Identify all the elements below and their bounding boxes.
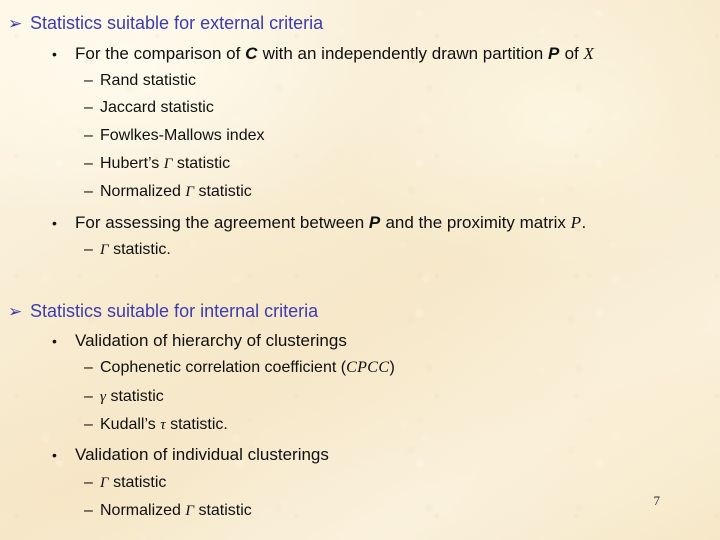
- heading-text: Statistics suitable for external criteri…: [30, 13, 324, 33]
- dash-bullet-icon: –: [84, 241, 93, 258]
- symbol-gamma: Γ: [100, 474, 109, 491]
- symbol-p-bold: P: [368, 213, 381, 232]
- symbol-c: C: [245, 44, 258, 63]
- sub-item-gamma-statistic: – Γ statistic.: [84, 242, 171, 258]
- slide-canvas: ➢ Statistics suitable for external criter…: [0, 0, 720, 540]
- sub-item-cpcc: – Cophenetic correlation coefficient (CPC…: [84, 360, 395, 376]
- bullet-text-mid: and the proximity matrix: [380, 213, 571, 232]
- bullet-text-lead: Validation of hierarchy of clusterings: [75, 331, 347, 350]
- bullet-agreement: • For assessing the agreement between P a…: [52, 214, 586, 231]
- round-bullet-icon: •: [52, 333, 57, 349]
- sub-item-text-post: statistic: [194, 502, 252, 519]
- slide-content: ➢ Statistics suitable for external criter…: [0, 0, 720, 540]
- dash-bullet-icon: –: [84, 99, 93, 116]
- sub-item-text-post: statistic.: [165, 416, 228, 433]
- sub-item-text-pre: Cophenetic correlation coefficient (: [100, 359, 347, 376]
- bullet-text-lead: For assessing the agreement between: [75, 213, 369, 232]
- arrow-bullet-icon: ➢: [8, 14, 23, 33]
- sub-item-text-post: statistic: [172, 155, 231, 172]
- sub-item-text-post: statistic: [194, 183, 252, 200]
- symbol-cpcc: CPCC: [346, 359, 390, 376]
- dash-bullet-icon: –: [84, 127, 93, 144]
- arrow-bullet-icon: ➢: [8, 302, 23, 321]
- sub-item-text-post: ): [389, 359, 395, 376]
- sub-item-jaccard: – Jaccard statistic: [84, 100, 214, 116]
- sub-item-text-post: statistic: [108, 474, 167, 491]
- bullet-comparison: • For the comparison of C with an indepen…: [52, 45, 594, 62]
- sub-item-kudall-tau: – Kudall’s τ statistic.: [84, 417, 228, 433]
- sub-item-normalized-gamma-2: – Normalized Γ statistic: [84, 503, 252, 519]
- dash-bullet-icon: –: [84, 388, 93, 405]
- bullet-text-mid: with an independently drawn partition: [257, 44, 548, 63]
- sub-item-normalized-gamma: – Normalized Γ statistic: [84, 184, 252, 200]
- symbol-gamma: Γ: [100, 241, 109, 258]
- symbol-p-bold: P: [548, 44, 560, 63]
- sub-item-hubert-gamma: – Hubert’s Γ statistic: [84, 156, 230, 172]
- bullet-text-tail: .: [581, 213, 587, 232]
- round-bullet-icon: •: [52, 46, 57, 62]
- dash-bullet-icon: –: [84, 359, 93, 376]
- bullet-text-lead: For the comparison of: [75, 44, 246, 63]
- round-bullet-icon: •: [52, 215, 57, 231]
- sub-item-text-pre: Normalized: [100, 502, 186, 519]
- symbol-p-italic: P: [570, 213, 582, 232]
- sub-item-gamma-statistic-2: – Γ statistic: [84, 475, 166, 491]
- sub-item-text: Jaccard statistic: [100, 99, 214, 116]
- section-heading-internal: ➢ Statistics suitable for internal criter…: [8, 302, 318, 320]
- symbol-gamma: Γ: [185, 183, 194, 200]
- dash-bullet-icon: –: [84, 474, 93, 491]
- sub-item-text-post: statistic: [106, 388, 164, 405]
- sub-item-text: Rand statistic: [100, 72, 197, 89]
- section-heading-external: ➢ Statistics suitable for external criter…: [8, 14, 323, 32]
- sub-item-text-pre: Kudall’s: [100, 416, 161, 433]
- symbol-x: X: [583, 44, 595, 63]
- round-bullet-icon: •: [52, 447, 57, 463]
- sub-item-fowlkes-mallows: – Fowlkes-Mallows index: [84, 128, 265, 144]
- dash-bullet-icon: –: [84, 155, 93, 172]
- dash-bullet-icon: –: [84, 183, 93, 200]
- symbol-gamma: Γ: [185, 502, 194, 519]
- page-number: 7: [653, 493, 661, 508]
- sub-item-text-post: statistic.: [108, 241, 171, 258]
- sub-item-gamma-lower: – γ statistic: [84, 389, 164, 405]
- heading-text: Statistics suitable for internal criteri…: [30, 301, 319, 321]
- dash-bullet-icon: –: [84, 502, 93, 519]
- bullet-text-tail: of: [559, 44, 584, 63]
- sub-item-text-pre: Normalized: [100, 183, 186, 200]
- sub-item-rand: – Rand statistic: [84, 73, 196, 89]
- bullet-validation-individual: • Validation of individual clusterings: [52, 446, 329, 463]
- dash-bullet-icon: –: [84, 416, 93, 433]
- dash-bullet-icon: –: [84, 72, 93, 89]
- bullet-validation-hierarchy: • Validation of hierarchy of clusterings: [52, 332, 347, 349]
- sub-item-text: Fowlkes-Mallows index: [100, 127, 265, 144]
- sub-item-text-pre: Hubert’s: [100, 155, 164, 172]
- bullet-text-lead: Validation of individual clusterings: [75, 445, 329, 464]
